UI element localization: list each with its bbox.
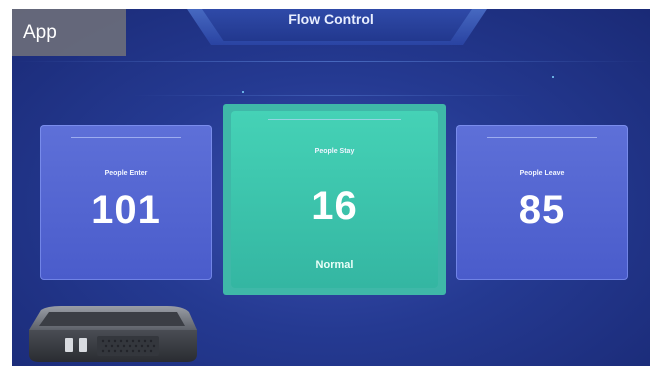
status-badge: Normal bbox=[315, 259, 354, 271]
people-enter-card: People Enter 101 bbox=[40, 125, 212, 280]
sparkle-dot bbox=[242, 91, 244, 93]
mini-pc-box-icon bbox=[29, 306, 197, 362]
people-stay-value: 16 bbox=[311, 184, 358, 228]
people-enter-label: People Enter bbox=[104, 170, 148, 177]
card-notch bbox=[486, 137, 598, 138]
people-enter-value: 101 bbox=[91, 188, 161, 232]
people-stay-card: People Stay 16 Normal bbox=[231, 111, 438, 288]
divider-line bbox=[132, 95, 532, 96]
card-notch bbox=[268, 119, 401, 120]
people-leave-card: People Leave 85 bbox=[456, 125, 628, 280]
divider-line bbox=[12, 61, 650, 62]
people-leave-value: 85 bbox=[518, 188, 566, 232]
app-badge: App bbox=[12, 9, 126, 56]
sparkle-dot bbox=[552, 76, 554, 78]
people-stay-label: People Stay bbox=[314, 148, 355, 155]
people-leave-label: People Leave bbox=[519, 170, 565, 177]
card-notch bbox=[70, 137, 182, 138]
